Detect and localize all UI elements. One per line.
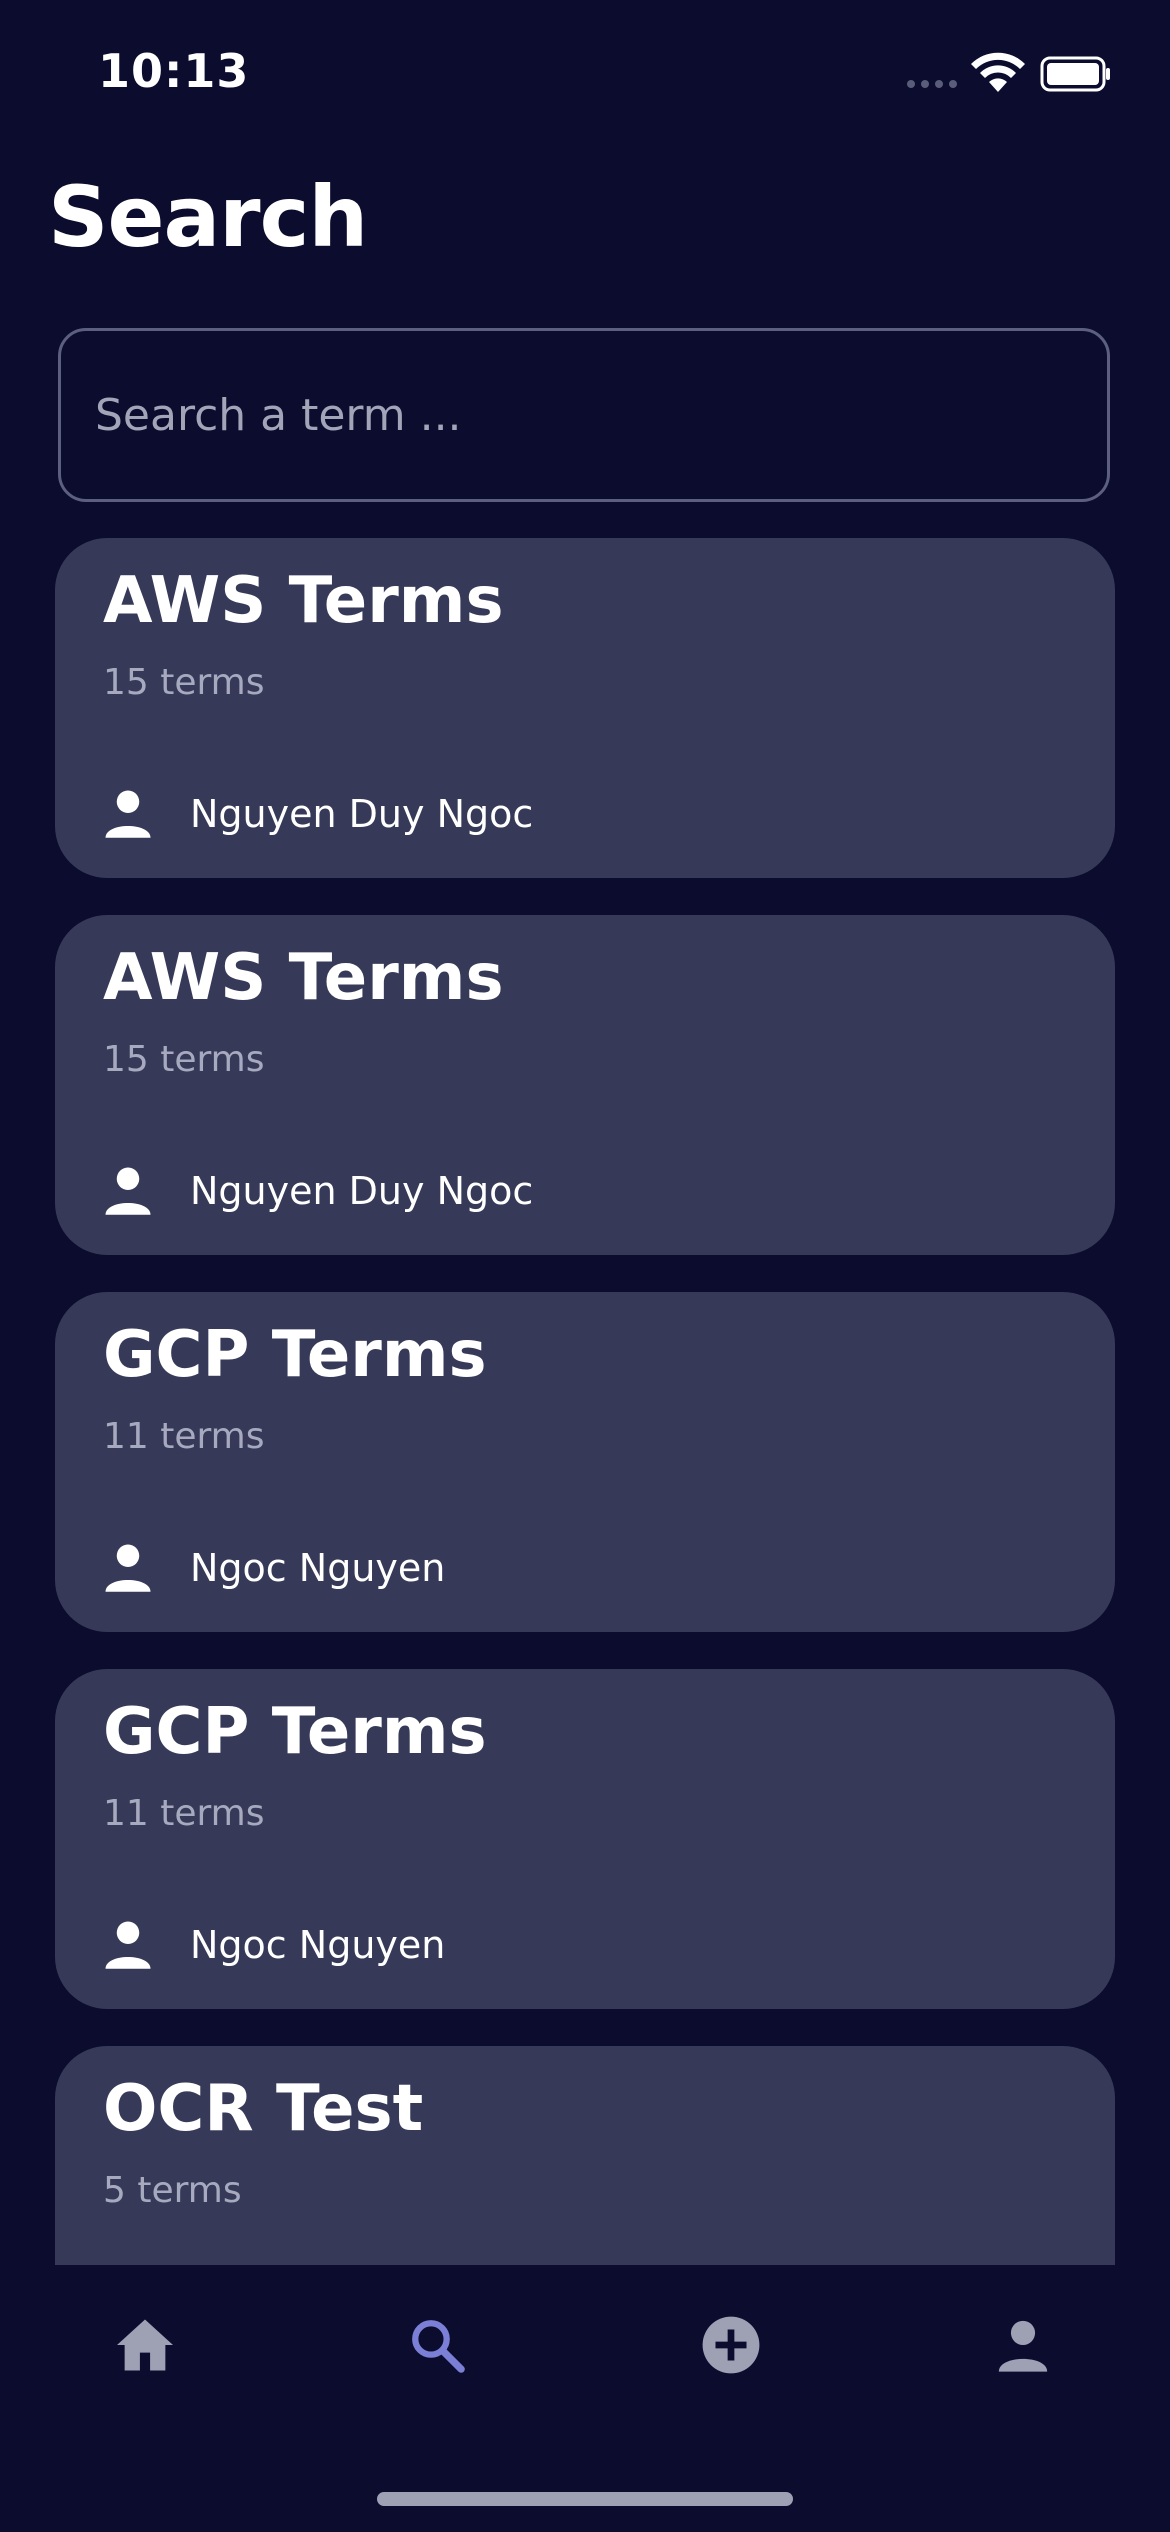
card-author: Ngoc Nguyen	[190, 1546, 446, 1590]
user-icon	[105, 790, 151, 838]
search-icon	[412, 2320, 465, 2373]
card-title: GCP Terms	[103, 1318, 487, 1392]
card-author: Nguyen Duy Ngoc	[190, 792, 534, 836]
card-term-count: 11 terms	[103, 1793, 265, 1834]
profile-icon	[998, 2320, 1048, 2372]
result-card[interactable]: GCP Terms 11 terms Ngoc Nguyen	[55, 1292, 1115, 1632]
battery-icon	[1040, 56, 1110, 92]
result-card[interactable]: AWS Terms 15 terms Nguyen Duy Ngoc	[55, 915, 1115, 1255]
card-author: Ngoc Nguyen	[190, 1923, 446, 1967]
card-title: GCP Terms	[103, 1695, 487, 1769]
user-icon	[105, 1921, 151, 1969]
result-card[interactable]: AWS Terms 15 terms Nguyen Duy Ngoc	[55, 538, 1115, 878]
results-list[interactable]: AWS Terms 15 terms Nguyen Duy Ngoc AWS T…	[0, 530, 1170, 2265]
card-title: AWS Terms	[103, 941, 504, 1015]
page-title: Search	[48, 168, 368, 266]
status-bar: 10:13	[0, 0, 1170, 150]
home-icon	[117, 2319, 173, 2371]
card-term-count: 15 terms	[103, 662, 265, 703]
nav-home-button[interactable]	[105, 2305, 185, 2385]
card-title: OCR Test	[103, 2072, 424, 2146]
cellular-signal-icon	[907, 80, 957, 88]
status-time: 10:13	[98, 44, 250, 98]
nav-add-button[interactable]	[691, 2305, 771, 2385]
card-term-count: 11 terms	[103, 1416, 265, 1457]
card-title: AWS Terms	[103, 564, 504, 638]
user-icon	[105, 1167, 151, 1215]
card-author: Nguyen Duy Ngoc	[190, 1169, 534, 1213]
search-input[interactable]	[61, 331, 1107, 499]
nav-search-button[interactable]	[397, 2305, 477, 2385]
nav-profile-button[interactable]	[983, 2305, 1063, 2385]
add-circle-icon	[702, 2316, 760, 2374]
bottom-navigation	[0, 2265, 1170, 2415]
result-card[interactable]: OCR Test 5 terms	[55, 2046, 1115, 2265]
wifi-icon	[971, 52, 1025, 92]
search-field[interactable]	[58, 328, 1110, 502]
card-term-count: 15 terms	[103, 1039, 265, 1080]
home-indicator[interactable]	[377, 2492, 793, 2506]
card-term-count: 5 terms	[103, 2170, 242, 2211]
result-card[interactable]: GCP Terms 11 terms Ngoc Nguyen	[55, 1669, 1115, 2009]
user-icon	[105, 1544, 151, 1592]
